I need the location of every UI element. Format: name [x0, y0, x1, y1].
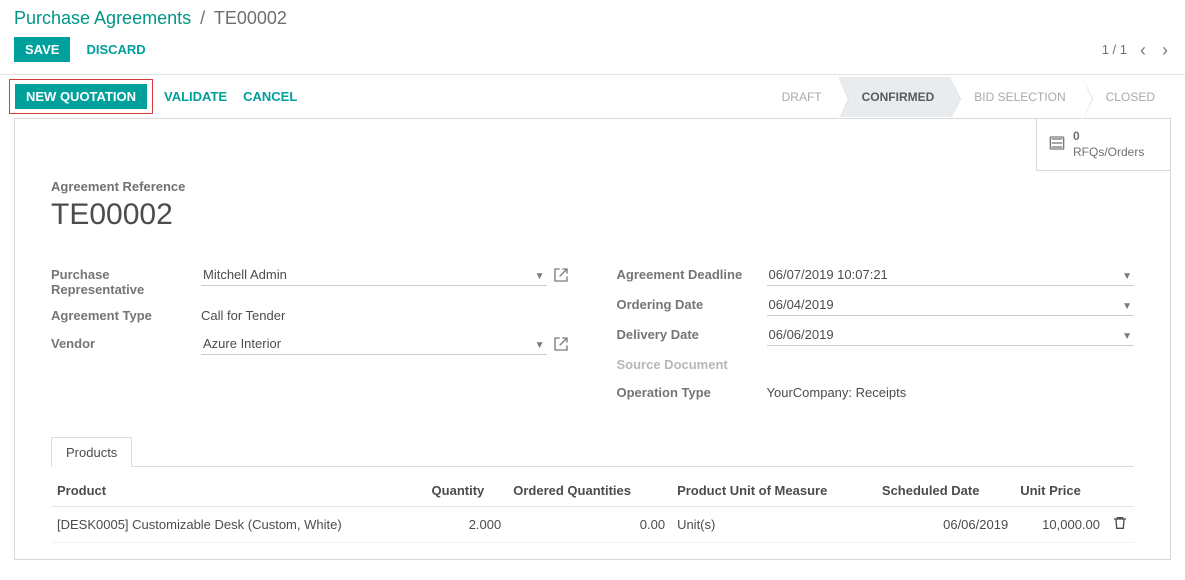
- col-uom[interactable]: Product Unit of Measure: [671, 475, 876, 507]
- vendor-value: Azure Interior: [203, 336, 281, 351]
- pager-count: 1 / 1: [1102, 42, 1127, 57]
- control-row: SAVE DISCARD 1 / 1 ‹ ›: [0, 33, 1185, 74]
- highlight-box: NEW QUOTATION: [9, 79, 153, 114]
- delivery-date-value: 06/06/2019: [769, 327, 834, 342]
- list-icon: [1049, 135, 1065, 154]
- action-bar: NEW QUOTATION VALIDATE CANCEL DRAFT CONF…: [0, 74, 1185, 118]
- delivery-date-input[interactable]: 06/06/2019 ▼: [767, 324, 1135, 346]
- cell-product[interactable]: [DESK0005] Customizable Desk (Custom, Wh…: [51, 507, 426, 543]
- status-steps: DRAFT CONFIRMED BID SELECTION CLOSED: [758, 75, 1171, 118]
- purchase-rep-label: Purchase Representative: [51, 264, 201, 297]
- external-link-icon[interactable]: [553, 267, 569, 283]
- agreement-ref-value: TE00002: [51, 198, 1134, 232]
- col-price[interactable]: Unit Price: [1014, 475, 1106, 507]
- cell-scheduled[interactable]: 06/06/2019: [876, 507, 1014, 543]
- rfq-label: RFQs/Orders: [1073, 145, 1144, 161]
- products-table: Product Quantity Ordered Quantities Prod…: [51, 475, 1134, 543]
- breadcrumb-current: TE00002: [214, 8, 287, 28]
- cancel-button[interactable]: CANCEL: [243, 89, 297, 104]
- purchase-rep-input[interactable]: Mitchell Admin ▼: [201, 264, 547, 286]
- cell-ordered: 0.00: [507, 507, 671, 543]
- delivery-date-label: Delivery Date: [617, 324, 767, 342]
- external-link-icon[interactable]: [553, 336, 569, 352]
- col-ordered[interactable]: Ordered Quantities: [507, 475, 671, 507]
- new-quotation-button[interactable]: NEW QUOTATION: [15, 84, 147, 109]
- cell-quantity[interactable]: 2.000: [426, 507, 508, 543]
- delete-row-icon[interactable]: [1106, 507, 1134, 543]
- agreement-ref-label: Agreement Reference: [51, 179, 1134, 194]
- agreement-deadline-value: 06/07/2019 10:07:21: [769, 267, 888, 282]
- save-button[interactable]: SAVE: [14, 37, 70, 62]
- status-bid-selection[interactable]: BID SELECTION: [950, 77, 1081, 117]
- status-draft[interactable]: DRAFT: [758, 77, 838, 117]
- cell-uom[interactable]: Unit(s): [671, 507, 876, 543]
- agreement-type-value: Call for Tender: [201, 305, 285, 323]
- pager-next[interactable]: ›: [1159, 41, 1171, 59]
- pager-prev[interactable]: ‹: [1137, 41, 1149, 59]
- col-scheduled[interactable]: Scheduled Date: [876, 475, 1014, 507]
- vendor-input[interactable]: Azure Interior ▼: [201, 333, 547, 355]
- source-document-label: Source Document: [617, 354, 767, 372]
- status-closed[interactable]: CLOSED: [1082, 77, 1171, 117]
- chevron-down-icon: ▼: [535, 271, 545, 282]
- col-product[interactable]: Product: [51, 475, 426, 507]
- rfq-orders-button[interactable]: 0 RFQs/Orders: [1036, 118, 1171, 171]
- rfq-count: 0: [1073, 129, 1144, 145]
- vendor-label: Vendor: [51, 333, 201, 351]
- purchase-rep-value: Mitchell Admin: [203, 267, 287, 282]
- breadcrumb-sep: /: [200, 8, 205, 28]
- breadcrumb-link[interactable]: Purchase Agreements: [14, 8, 191, 28]
- operation-type-value: YourCompany: Receipts: [767, 382, 907, 400]
- tab-products[interactable]: Products: [51, 437, 132, 467]
- status-confirmed[interactable]: CONFIRMED: [838, 77, 951, 117]
- table-row[interactable]: [DESK0005] Customizable Desk (Custom, Wh…: [51, 507, 1134, 543]
- agreement-deadline-input[interactable]: 06/07/2019 10:07:21 ▼: [767, 264, 1135, 286]
- chevron-down-icon: ▼: [1122, 301, 1132, 312]
- ordering-date-input[interactable]: 06/04/2019 ▼: [767, 294, 1135, 316]
- chevron-down-icon: ▼: [1122, 331, 1132, 342]
- breadcrumb: Purchase Agreements / TE00002: [0, 0, 1185, 33]
- chevron-down-icon: ▼: [1122, 271, 1132, 282]
- col-quantity[interactable]: Quantity: [426, 475, 508, 507]
- chevron-down-icon: ▼: [535, 340, 545, 351]
- ordering-date-label: Ordering Date: [617, 294, 767, 312]
- validate-button[interactable]: VALIDATE: [164, 89, 227, 104]
- agreement-deadline-label: Agreement Deadline: [617, 264, 767, 282]
- discard-button[interactable]: DISCARD: [86, 42, 145, 57]
- ordering-date-value: 06/04/2019: [769, 297, 834, 312]
- agreement-type-label: Agreement Type: [51, 305, 201, 323]
- operation-type-label: Operation Type: [617, 382, 767, 400]
- cell-price[interactable]: 10,000.00: [1014, 507, 1106, 543]
- form-sheet: 0 RFQs/Orders Agreement Reference TE0000…: [14, 118, 1171, 560]
